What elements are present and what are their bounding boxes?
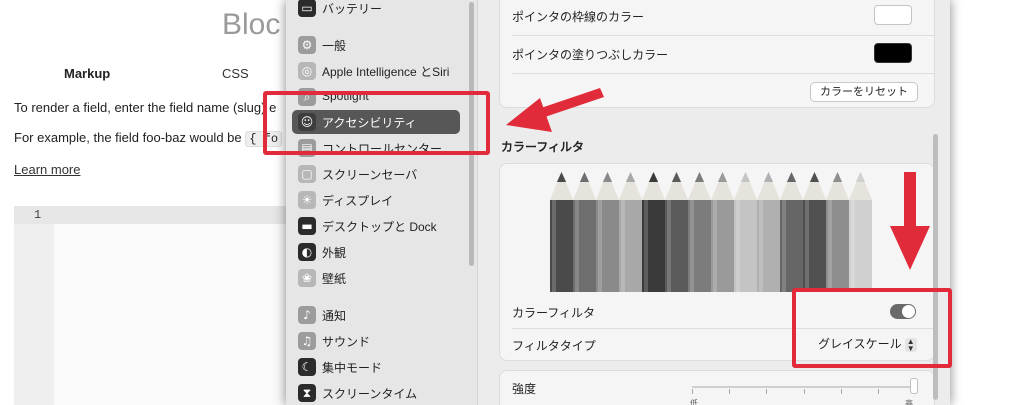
arrow-down-icon	[890, 172, 930, 270]
annotation-arrows	[506, 88, 930, 270]
arrow-left-icon	[506, 88, 604, 132]
